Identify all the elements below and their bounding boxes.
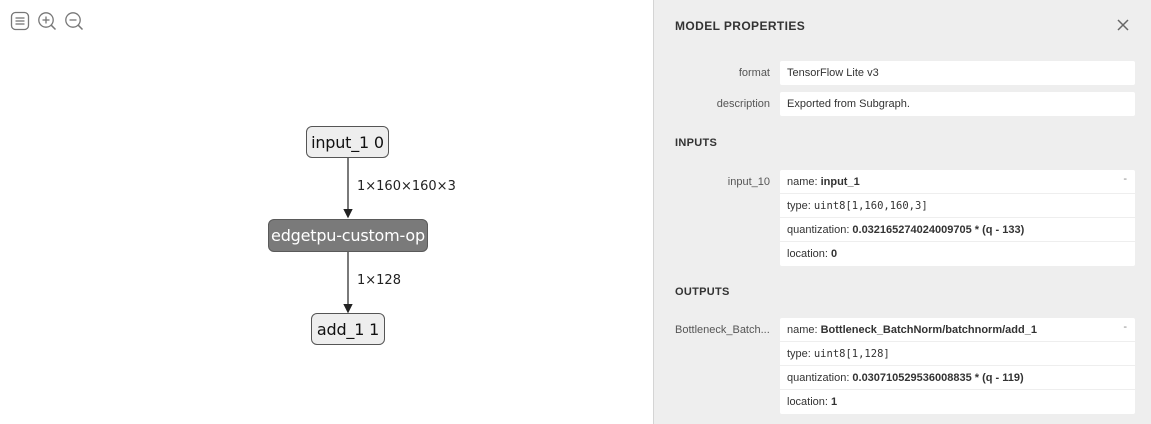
- output-type-row: type: uint8[1,128]: [780, 342, 1135, 366]
- graph-canvas[interactable]: input_1 0 1×160×160×3 edgetpu-custom-op …: [0, 0, 653, 424]
- input-quantization-key: quantization:: [787, 223, 850, 236]
- node-output[interactable]: add_1 1: [311, 313, 385, 345]
- input-type-row: type: uint8[1,160,160,3]: [780, 194, 1135, 218]
- input-type-key: type:: [787, 199, 811, 212]
- edge-label-input-shape: 1×160×160×3: [357, 179, 456, 194]
- output-quantization-row: quantization: 0.030710529536008835 * (q …: [780, 366, 1135, 390]
- input-location-key: location:: [787, 248, 828, 260]
- output-name-key: name:: [787, 323, 818, 336]
- output-type-value: uint8[1,128]: [813, 347, 890, 360]
- graph-edges: [343, 158, 353, 314]
- input-name-key: name:: [787, 175, 818, 188]
- input-argument-card[interactable]: name: input_1 - type: uint8[1,160,160,3]…: [780, 170, 1135, 266]
- input-quantization-row: quantization: 0.032165274024009705 * (q …: [780, 218, 1135, 242]
- edge-label-output-shape: 1×128: [357, 273, 401, 288]
- format-value[interactable]: TensorFlow Lite v3: [780, 61, 1135, 85]
- output-argument-card[interactable]: name: Bottleneck_BatchNorm/batchnorm/add…: [780, 318, 1135, 414]
- output-quantization-value: 0.030710529536008835 * (q - 119): [852, 371, 1024, 384]
- outputs-section-title: OUTPUTS: [675, 286, 730, 298]
- inputs-section-title: INPUTS: [675, 137, 718, 149]
- close-button[interactable]: [1115, 17, 1131, 33]
- input-name-row: name: input_1 -: [780, 170, 1135, 194]
- input-location-row: location: 0: [780, 242, 1135, 266]
- output-expander-button[interactable]: -: [1123, 321, 1127, 333]
- panel-title: MODEL PROPERTIES: [675, 19, 806, 33]
- input-name-value: input_1: [820, 175, 860, 188]
- output-argument-label: Bottleneck_Batch...: [675, 324, 770, 336]
- input-argument-label: input_10: [727, 176, 770, 188]
- description-value[interactable]: Exported from Subgraph.: [780, 92, 1135, 116]
- input-location-value: 0: [830, 248, 838, 260]
- node-edgetpu-custom-op[interactable]: edgetpu-custom-op: [268, 219, 428, 252]
- output-quantization-key: quantization:: [787, 371, 850, 384]
- format-label: format: [738, 67, 770, 79]
- output-location-row: location: 1: [780, 390, 1135, 414]
- node-input[interactable]: input_1 0: [306, 126, 389, 158]
- output-name-row: name: Bottleneck_BatchNorm/batchnorm/add…: [780, 318, 1135, 342]
- input-expander-button[interactable]: -: [1123, 173, 1127, 185]
- description-label: description: [716, 98, 770, 110]
- input-quantization-value: 0.032165274024009705 * (q - 133): [852, 223, 1025, 236]
- input-type-value: uint8[1,160,160,3]: [813, 199, 928, 212]
- close-icon: [1117, 19, 1129, 31]
- output-location-value: 1: [830, 396, 838, 408]
- model-properties-panel: MODEL PROPERTIES format TensorFlow Lite …: [653, 0, 1151, 424]
- output-location-key: location:: [787, 396, 828, 408]
- output-type-key: type:: [787, 347, 811, 360]
- output-name-value: Bottleneck_BatchNorm/batchnorm/add_1: [820, 323, 1037, 336]
